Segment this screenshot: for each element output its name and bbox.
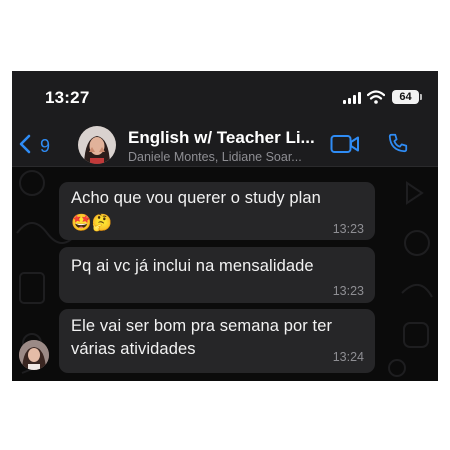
- message-time: 13:24: [332, 350, 364, 364]
- message-bubble[interactable]: Acho que vou querer o study plan 🤩🤔 13:2…: [59, 182, 375, 240]
- back-chevron-icon[interactable]: [18, 134, 32, 154]
- status-bar: 13:27 64: [12, 71, 438, 121]
- message-bubble[interactable]: Pq ai vc já inclui na mensalidade 13:23: [59, 247, 375, 303]
- chat-participants[interactable]: Daniele Montes, Lidiane Soar...: [128, 150, 323, 164]
- message-time: 13:23: [332, 284, 364, 298]
- group-avatar[interactable]: [78, 126, 116, 164]
- message-time: 13:23: [332, 222, 364, 236]
- message-bubble[interactable]: Ele vai ser bom pra semana por ter vária…: [59, 309, 375, 373]
- sender-avatar[interactable]: [19, 340, 49, 370]
- video-call-icon[interactable]: [330, 134, 360, 154]
- message-emoji: 🤩🤔: [71, 214, 113, 232]
- clock: 13:27: [45, 88, 90, 107]
- signal-icon: [343, 92, 361, 104]
- wifi-icon: [367, 90, 385, 104]
- unread-count[interactable]: 9: [40, 136, 50, 157]
- battery-level: 64: [399, 91, 412, 103]
- chat-title[interactable]: English w/ Teacher Li...: [128, 128, 328, 148]
- chat-header: 9 English w/ Teacher Li... Daniele Monte…: [12, 121, 438, 167]
- message-text: Pq ai vc já inclui na mensalidade: [71, 257, 314, 275]
- phone-call-icon[interactable]: [387, 132, 409, 154]
- chat-screen: 13:27 64 9 English w/ Teacher Li... Dani…: [12, 71, 438, 381]
- message-text: várias atividades: [71, 340, 196, 358]
- message-text: Ele vai ser bom pra semana por ter: [71, 317, 333, 335]
- message-text: Acho que vou querer o study plan: [71, 189, 321, 207]
- battery-icon: 64: [392, 90, 422, 104]
